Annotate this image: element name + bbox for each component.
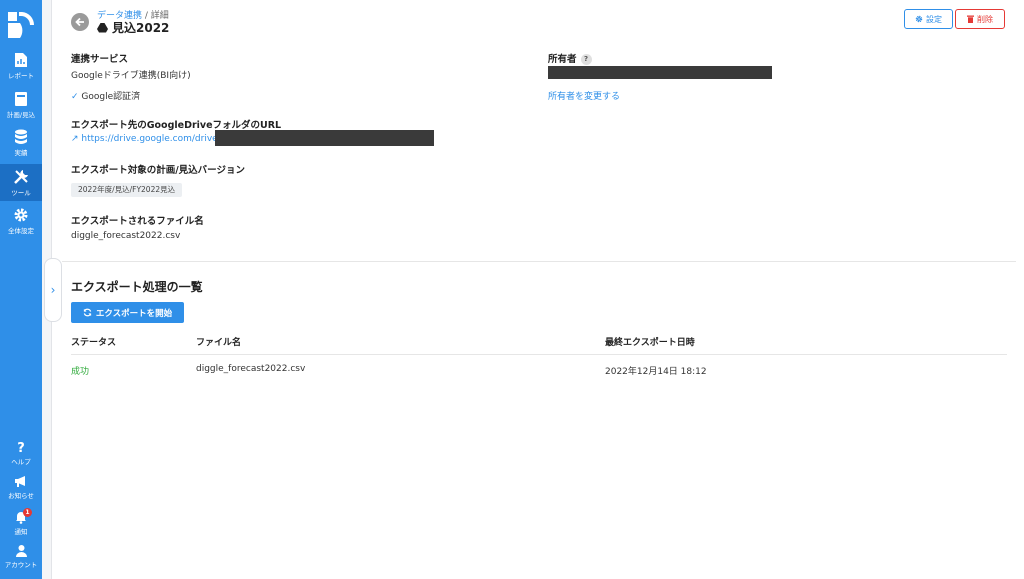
delete-button-label: 削除 <box>977 14 993 24</box>
sidebar-item-help[interactable]: ? ヘルプ <box>0 440 42 468</box>
version-tag: 2022年度/見込/FY2022見込 <box>71 183 183 197</box>
google-drive-icon <box>97 22 108 32</box>
filename-label: エクスポートされるファイル名 <box>71 216 204 227</box>
sidebar-item-label: お知らせ <box>8 492 34 500</box>
sidebar-item-tools[interactable]: ツール <box>0 164 42 201</box>
sidebar-item-global-settings[interactable]: 全体設定 <box>0 207 42 239</box>
sidebar-item-label: 全体設定 <box>8 227 34 235</box>
column-header-status: ステータス <box>71 338 117 348</box>
service-value: Googleドライブ連携(BI向け) <box>71 71 191 81</box>
sidebar-item-label: 実績 <box>14 149 28 157</box>
report-icon <box>15 53 27 67</box>
row-datetime: 2022年12月14日 18:12 <box>605 367 707 377</box>
database-icon <box>15 129 27 144</box>
refresh-icon <box>83 308 92 317</box>
help-icon: ? <box>17 441 25 454</box>
sidebar-item-label: ツール <box>11 189 31 197</box>
trash-icon <box>967 15 974 23</box>
settings-button[interactable]: 設定 <box>904 9 953 29</box>
book-icon <box>15 92 27 106</box>
auth-status-text: Google認証済 <box>81 92 141 102</box>
expand-panel-button[interactable]: › <box>44 258 62 322</box>
user-icon <box>15 545 27 557</box>
section-divider <box>62 261 1016 262</box>
service-label: 連携サービス <box>71 54 129 65</box>
sidebar-item-label: ヘルプ <box>11 458 31 466</box>
back-button[interactable] <box>71 13 89 31</box>
sidebar-item-news[interactable]: お知らせ <box>0 475 42 503</box>
table-divider <box>71 354 1007 355</box>
svg-text:?: ? <box>17 441 25 454</box>
tools-icon <box>14 170 28 184</box>
filename-value: diggle_forecast2022.csv <box>71 231 181 241</box>
version-label: エクスポート対象の計画/見込バージョン <box>71 165 245 176</box>
sidebar-item-plan[interactable]: 計画/見込 <box>0 91 42 123</box>
check-icon: ✓ <box>71 92 79 102</box>
sidebar-item-label: アカウント <box>4 561 38 569</box>
sidebar-item-actuals[interactable]: 実績 <box>0 129 42 161</box>
help-icon[interactable]: ? <box>580 54 592 65</box>
auth-status: ✓ Google認証済 <box>71 89 140 102</box>
arrow-left-icon <box>75 17 84 27</box>
folder-url-link[interactable]: ↗ https://drive.google.com/drive <box>71 134 218 144</box>
folder-url-label: エクスポート先のGoogleDriveフォルダのURL <box>71 120 282 131</box>
sidebar-item-label: レポート <box>8 72 34 80</box>
settings-button-label: 設定 <box>926 14 942 24</box>
page-title: 見込2022 <box>97 19 169 36</box>
external-link-icon: ↗ <box>71 134 79 144</box>
export-list-title: エクスポート処理の一覧 <box>71 280 203 294</box>
chevron-right-icon: › <box>50 283 56 297</box>
page-title-text: 見込2022 <box>112 21 170 35</box>
column-header-datetime: 最終エクスポート日時 <box>605 338 695 348</box>
start-export-label: エクスポートを開始 <box>95 308 173 319</box>
start-export-button[interactable]: エクスポートを開始 <box>71 302 184 323</box>
sidebar-item-notifications[interactable]: 1 通知 <box>0 508 42 538</box>
sidebar-item-label: 通知 <box>14 528 28 536</box>
owner-label-text: 所有者 <box>548 54 577 65</box>
megaphone-icon <box>15 476 25 487</box>
sidebar-item-account[interactable]: アカウント <box>0 544 42 572</box>
redacted-block <box>215 130 434 146</box>
gear-icon <box>915 15 923 23</box>
row-status: 成功 <box>71 367 90 377</box>
sidebar-item-report[interactable]: レポート <box>0 52 42 84</box>
delete-button[interactable]: 削除 <box>955 9 1005 29</box>
notification-badge: 1 <box>23 508 32 517</box>
sidebar-item-label: 計画/見込 <box>6 111 36 119</box>
owner-label: 所有者? <box>548 51 592 65</box>
folder-url-text: https://drive.google.com/drive <box>81 134 218 144</box>
change-owner-link[interactable]: 所有者を変更する <box>548 89 620 102</box>
sidebar: レポート 計画/見込 実績 ツール 全体設定 ? ヘルプ お知らせ 1 通知 ア… <box>0 0 42 579</box>
gear-icon <box>14 208 28 222</box>
row-filename: diggle_forecast2022.csv <box>196 364 306 374</box>
redacted-block <box>548 66 772 79</box>
app-logo[interactable] <box>6 10 36 40</box>
column-header-filename: ファイル名 <box>196 338 242 348</box>
